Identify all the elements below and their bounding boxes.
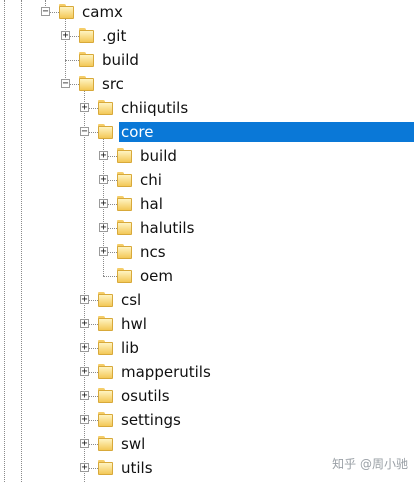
watermark: 知乎 @周小驰: [332, 457, 408, 471]
folder-icon: [117, 196, 132, 212]
tree-view: − camx + .git build − src + chiiqutils − core + buil…: [0, 0, 420, 482]
expand-icon[interactable]: +: [80, 391, 89, 401]
tree-item-label: camx: [82, 3, 123, 21]
folder-icon: [98, 412, 113, 428]
expand-icon[interactable]: +: [99, 175, 108, 185]
tree-item-oem[interactable]: oem: [0, 264, 420, 288]
folder-icon: [79, 52, 94, 68]
collapse-icon[interactable]: −: [80, 127, 89, 137]
expand-icon[interactable]: +: [80, 439, 89, 449]
tree-item-swl[interactable]: + swl: [0, 432, 420, 456]
expand-icon[interactable]: +: [80, 343, 89, 353]
tree-item-osutils[interactable]: + osutils: [0, 384, 420, 408]
folder-icon: [98, 388, 113, 404]
tree-item-label: utils: [121, 459, 153, 477]
tree-item-build[interactable]: build: [0, 48, 420, 72]
tree-item-label: lib: [121, 339, 139, 357]
expand-icon[interactable]: +: [61, 31, 70, 41]
folder-icon: [98, 436, 113, 452]
expand-icon[interactable]: +: [80, 367, 89, 377]
folder-icon: [98, 316, 113, 332]
tree-item-label: core: [119, 122, 414, 142]
folder-icon: [98, 460, 113, 476]
tree-item-lib[interactable]: + lib: [0, 336, 420, 360]
folder-icon: [79, 28, 94, 44]
tree-item-src[interactable]: − src: [0, 72, 420, 96]
tree-item-chi[interactable]: + chi: [0, 168, 420, 192]
tree-item-label: halutils: [140, 219, 195, 237]
expand-icon[interactable]: +: [80, 415, 89, 425]
tree-item-label: .git: [102, 27, 127, 45]
folder-icon: [79, 76, 94, 92]
tree-item-git[interactable]: + .git: [0, 24, 420, 48]
tree-item-mapperutils[interactable]: + mapperutils: [0, 360, 420, 384]
expand-icon[interactable]: +: [99, 247, 108, 257]
tree-item-label: ncs: [140, 243, 166, 261]
folder-icon: [98, 292, 113, 308]
expand-icon[interactable]: +: [80, 463, 89, 473]
expand-icon[interactable]: +: [80, 319, 89, 329]
tree-item-label: hwl: [121, 315, 147, 333]
expand-icon[interactable]: +: [99, 151, 108, 161]
tree-item-settings[interactable]: + settings: [0, 408, 420, 432]
tree-item-label: settings: [121, 411, 181, 429]
folder-icon: [117, 268, 132, 284]
tree-item-label: osutils: [121, 387, 170, 405]
tree-item-chiiqutils[interactable]: + chiiqutils: [0, 96, 420, 120]
tree-item-label: src: [102, 75, 124, 93]
collapse-icon[interactable]: −: [61, 79, 70, 89]
tree-item-label: chiiqutils: [121, 99, 189, 117]
tree-item-label: hal: [140, 195, 163, 213]
tree-item-label: mapperutils: [121, 363, 211, 381]
tree-item-halutils[interactable]: + halutils: [0, 216, 420, 240]
expand-icon[interactable]: +: [99, 223, 108, 233]
expand-icon[interactable]: +: [99, 199, 108, 209]
folder-icon: [117, 244, 132, 260]
folder-icon: [98, 100, 113, 116]
folder-icon: [98, 340, 113, 356]
tree-item-ncs[interactable]: + ncs: [0, 240, 420, 264]
folder-icon: [98, 124, 113, 140]
tree-item-hwl[interactable]: + hwl: [0, 312, 420, 336]
tree-item-label: build: [102, 51, 139, 69]
folder-icon: [117, 148, 132, 164]
tree-item-camx[interactable]: − camx: [0, 0, 420, 24]
folder-icon: [98, 364, 113, 380]
expand-icon[interactable]: +: [80, 103, 89, 113]
tree-item-csl[interactable]: + csl: [0, 288, 420, 312]
folder-icon: [59, 4, 74, 20]
folder-icon: [117, 172, 132, 188]
tree-item-hal[interactable]: + hal: [0, 192, 420, 216]
tree-item-core[interactable]: − core: [0, 120, 420, 144]
tree-item-build[interactable]: + build: [0, 144, 420, 168]
tree-item-label: oem: [140, 267, 174, 285]
tree-item-label: csl: [121, 291, 142, 309]
collapse-icon[interactable]: −: [41, 7, 50, 17]
tree-item-label: build: [140, 147, 177, 165]
folder-icon: [117, 220, 132, 236]
tree-item-label: chi: [140, 171, 162, 189]
expand-icon[interactable]: +: [80, 295, 89, 305]
tree-item-label: swl: [121, 435, 146, 453]
